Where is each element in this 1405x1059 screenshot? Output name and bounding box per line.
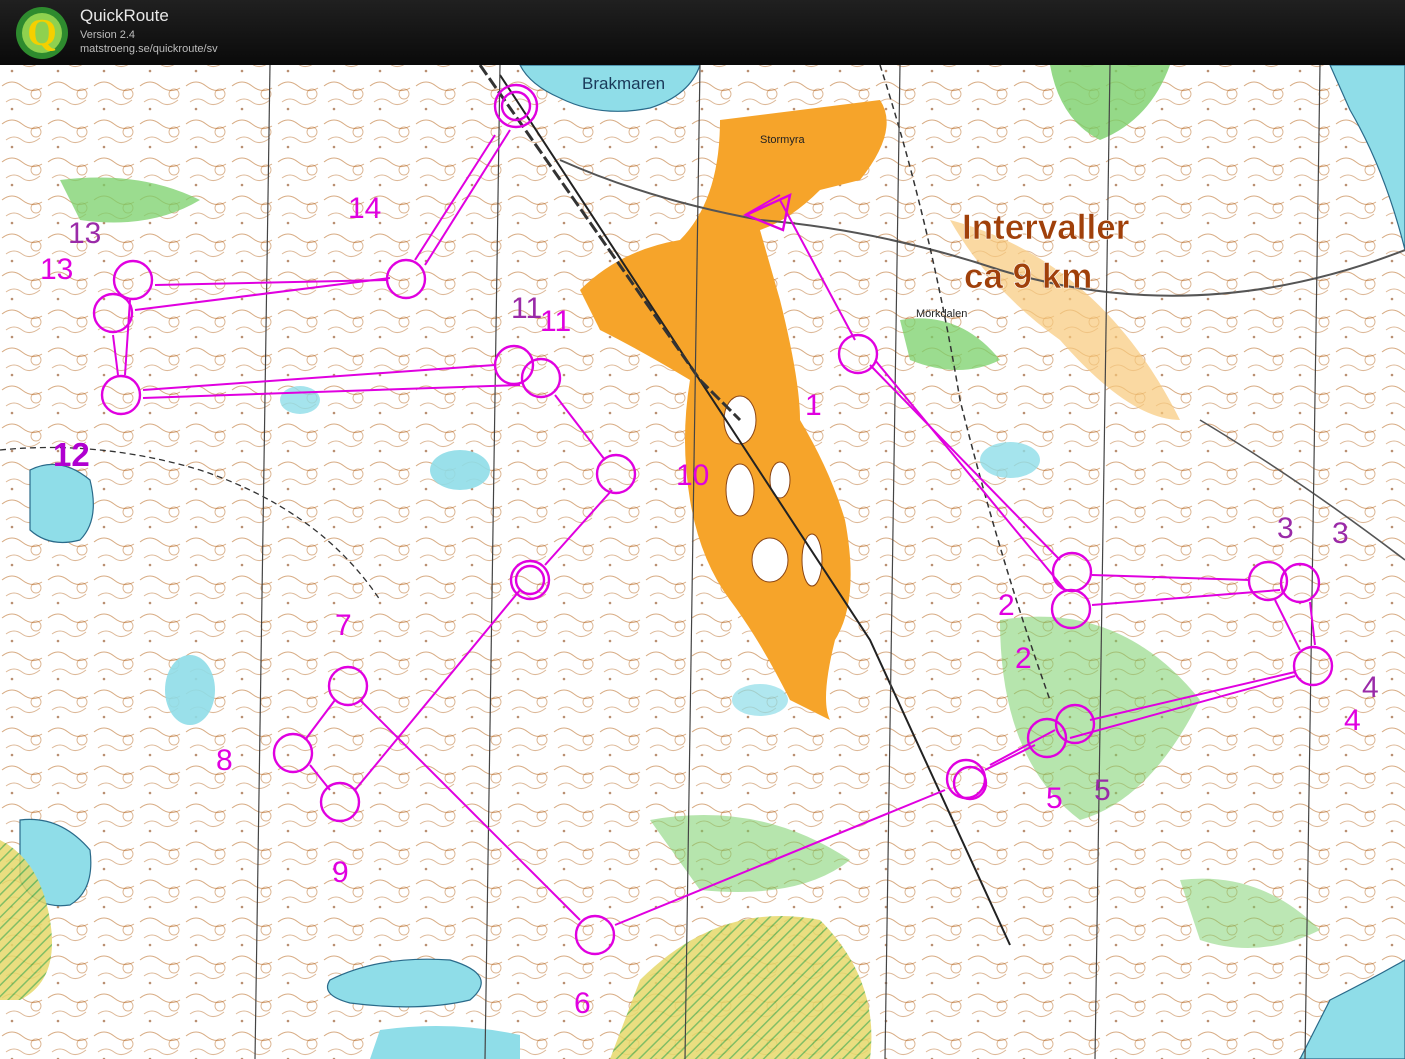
- app-title: QuickRoute: [80, 6, 169, 25]
- control-number-2b: 2: [1015, 642, 1032, 675]
- marsh-pool-5: [732, 684, 788, 716]
- course-title-line1: Intervaller: [962, 208, 1130, 247]
- place-brakmaren: Brakmaren: [582, 74, 665, 93]
- control-number-8: 8: [216, 744, 233, 777]
- title-bar: Q QuickRoute Version 2.4 matstroeng.se/q…: [0, 0, 1405, 65]
- app-url[interactable]: matstroeng.se/quickroute/sv: [80, 43, 218, 55]
- control-number-3b: 3: [1332, 517, 1349, 550]
- marsh-pool-1: [430, 450, 490, 490]
- control-number-11b: 11: [540, 305, 571, 338]
- marsh-pool-2: [165, 655, 215, 725]
- place-morkdalen: Mörkdalen: [916, 308, 967, 320]
- control-number-5a: 5: [1046, 782, 1063, 815]
- control-number-4b: 4: [1344, 704, 1361, 737]
- lake-bottom: [370, 1026, 520, 1059]
- control-number-5b: 5: [1094, 774, 1111, 807]
- orienteering-map[interactable]: 1 2 2 3 3 4 4 5 5 6 7 8 9 10 11 11 12 13…: [0, 65, 1405, 1059]
- marsh-pool-4: [280, 386, 320, 414]
- control-number-11a: 11: [511, 292, 542, 325]
- control-number-9: 9: [332, 856, 349, 889]
- place-stormyra: Stormyra: [760, 134, 806, 146]
- control-number-6: 6: [574, 987, 591, 1020]
- quickroute-logo-icon: Q: [16, 7, 68, 59]
- control-number-4a: 4: [1362, 671, 1379, 704]
- control-number-7: 7: [335, 609, 352, 642]
- marsh-pool-3: [980, 442, 1040, 478]
- control-number-12: 12: [53, 436, 90, 473]
- course-title-line2: ca 9 km: [964, 257, 1092, 296]
- control-number-14: 14: [348, 192, 381, 225]
- control-number-1: 1: [805, 389, 822, 422]
- svg-text:Q: Q: [27, 12, 57, 54]
- control-number-2a: 2: [998, 589, 1015, 622]
- control-number-3a: 3: [1277, 512, 1294, 545]
- app-version: Version 2.4: [80, 29, 136, 41]
- outcrop-4: [751, 537, 789, 583]
- lake-west: [29, 463, 94, 543]
- control-number-13a: 13: [68, 217, 101, 250]
- outcrop-2: [725, 463, 755, 517]
- control-number-10: 10: [676, 459, 709, 492]
- control-number-13b: 13: [40, 253, 73, 286]
